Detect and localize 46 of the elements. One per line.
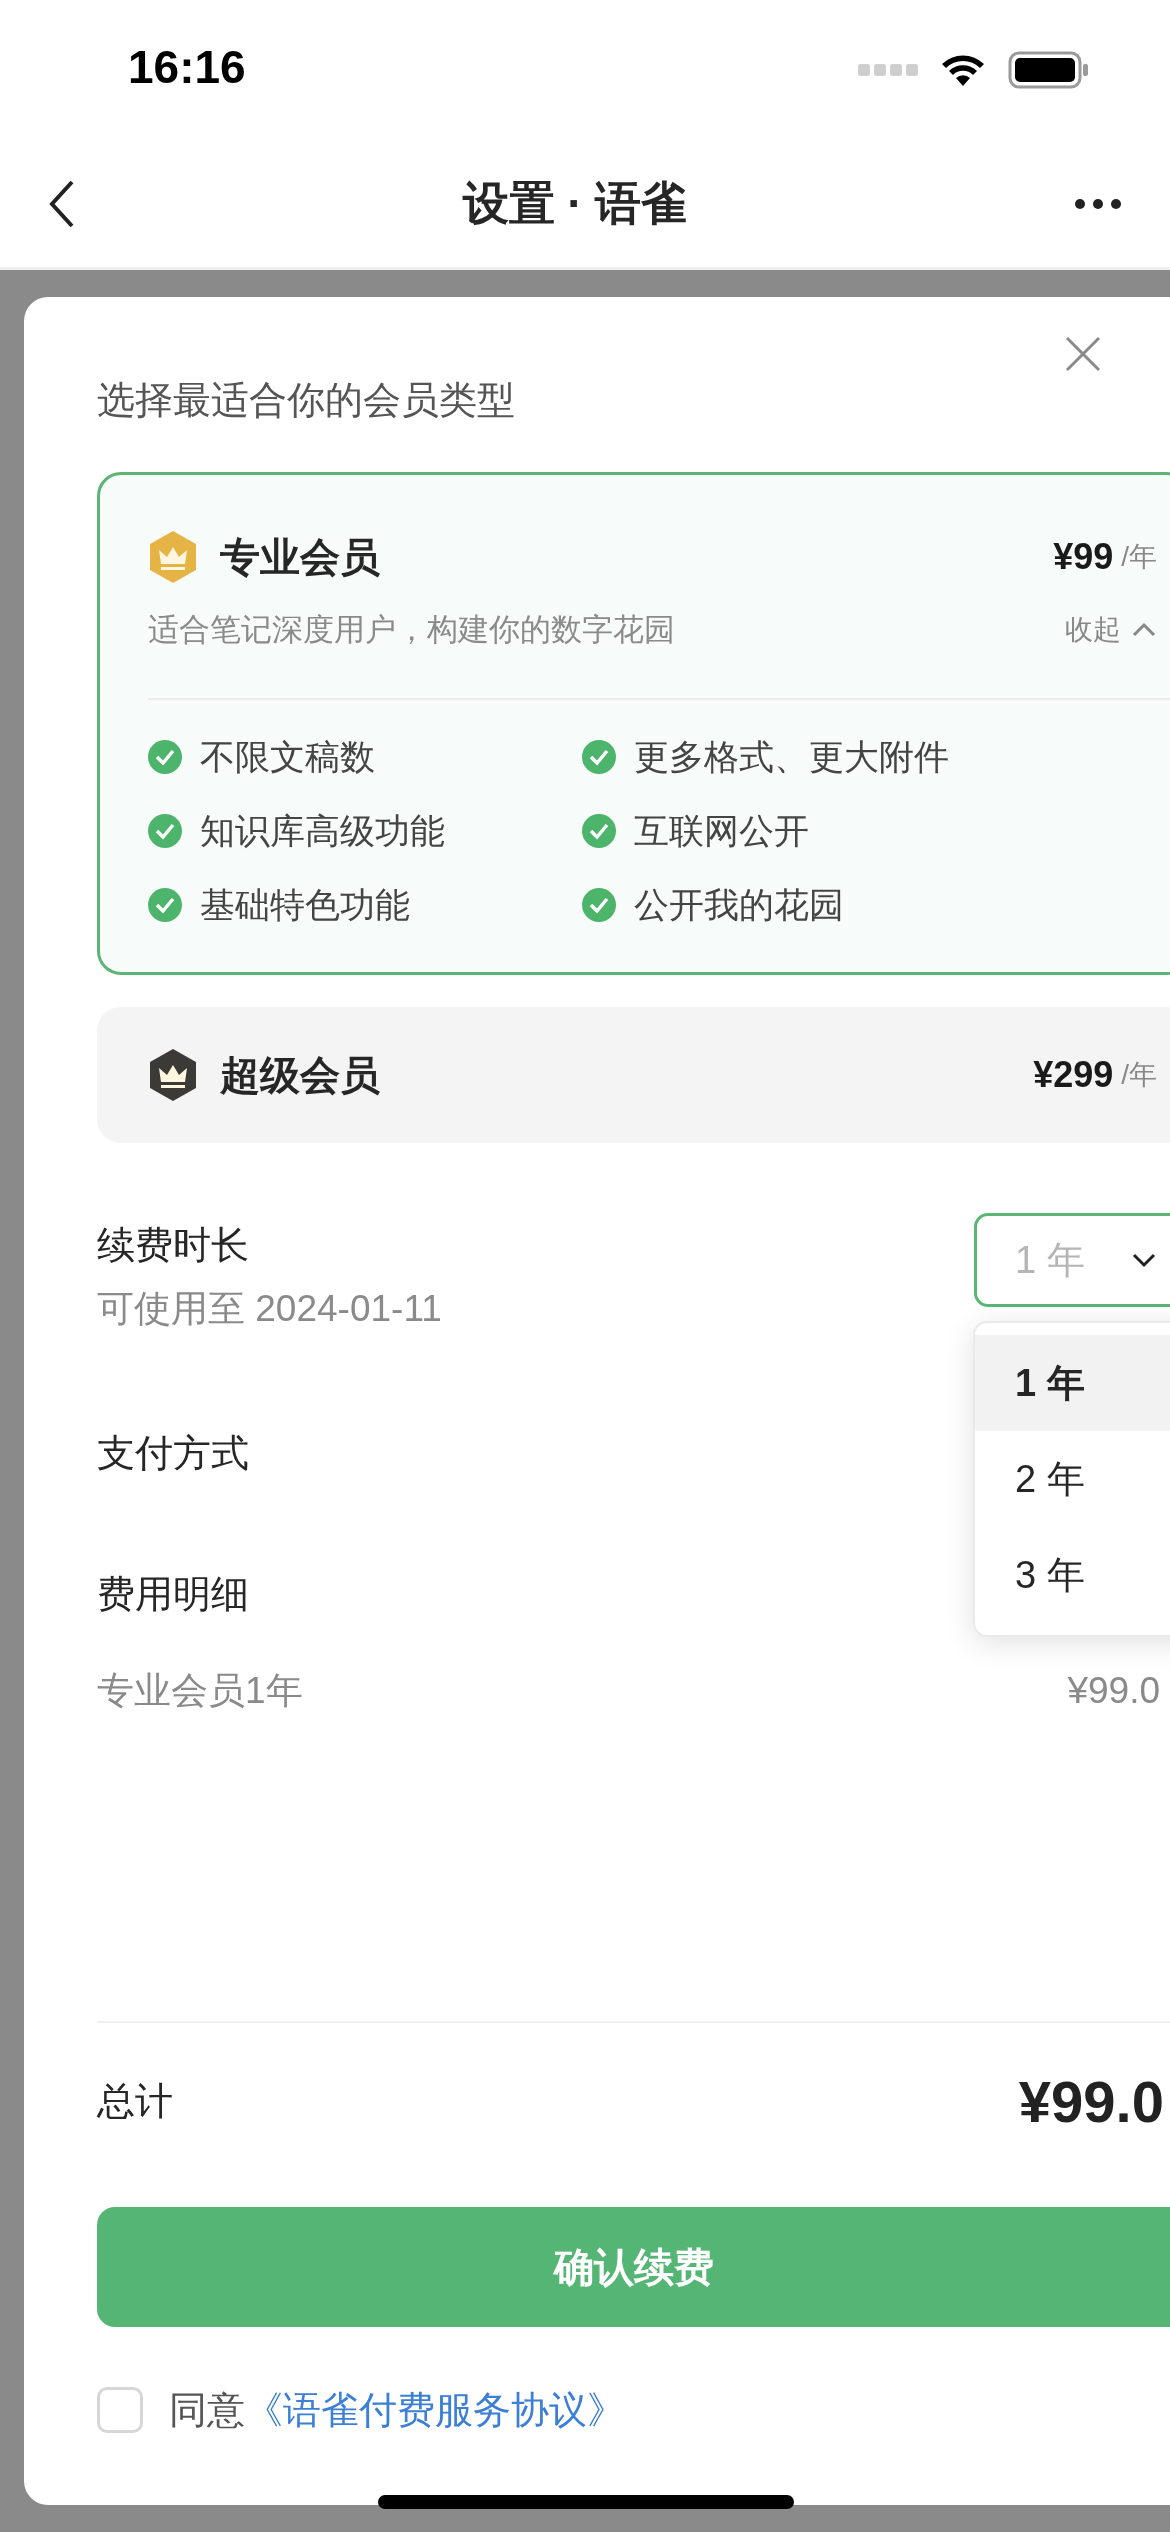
plan-price: ¥99 (1053, 536, 1114, 578)
plan-name: 专业会员 (220, 533, 381, 581)
check-icon (148, 888, 182, 922)
signal-icon (858, 62, 918, 78)
status-time: 16:16 (128, 40, 246, 94)
feature-label: 公开我的花园 (634, 883, 844, 926)
check-icon (148, 814, 182, 848)
expiry-note: 可使用至 2024-01-11 (97, 1287, 442, 1331)
menu-option[interactable]: 2 年 (975, 1431, 1170, 1527)
feature-label: 知识库高级功能 (200, 809, 445, 852)
price-unit: /年 (1121, 1058, 1157, 1092)
dialog-heading: 选择最适合你的会员类型 (97, 378, 516, 423)
section-label: 续费时长 (97, 1223, 249, 1267)
feature-label: 互联网公开 (634, 809, 809, 852)
menu-option[interactable]: 3 年 (975, 1527, 1170, 1623)
plan-card[interactable]: 超级会员 ¥299 /年 (97, 1007, 1170, 1143)
fee-item-name: 专业会员1年 (97, 1669, 303, 1713)
fee-item-amount: ¥99.0 (1067, 1669, 1160, 1713)
feature-label: 基础特色功能 (200, 883, 410, 926)
plan-card[interactable]: 专业会员 ¥99 /年 适合笔记深度用户，构建你的数字花园 收起 不限文稿数 更多格式、更大附件 知识库高级功能 互联网公开 基础特色功能 公开我的花园 (97, 472, 1170, 975)
agree-checkbox[interactable] (97, 2387, 143, 2433)
chevron-up-icon (1131, 622, 1157, 638)
check-icon (582, 814, 616, 848)
plan-description: 适合笔记深度用户，构建你的数字花园 (148, 611, 675, 649)
agreement-link[interactable]: 《语雀付费服务协议》 (245, 2384, 625, 2436)
back-icon[interactable] (48, 178, 76, 229)
total-label: 总计 (97, 2078, 173, 2124)
price-unit: /年 (1121, 540, 1157, 574)
page-title: 设置 · 语雀 (462, 175, 688, 231)
section-label: 支付方式 (97, 1431, 249, 1475)
check-icon (582, 740, 616, 774)
feature-label: 更多格式、更大附件 (634, 735, 949, 778)
feature-label: 不限文稿数 (200, 735, 375, 778)
plan-name: 超级会员 (220, 1051, 381, 1099)
total-amount: ¥99.0 (1018, 2067, 1164, 2135)
wifi-icon (940, 53, 986, 87)
check-icon (148, 740, 182, 774)
close-icon[interactable] (1064, 335, 1102, 373)
battery-icon (1008, 50, 1090, 90)
more-icon[interactable] (1074, 197, 1122, 210)
agree-label: 同意 (169, 2387, 245, 2433)
check-icon (582, 888, 616, 922)
section-label: 费用明细 (97, 1572, 249, 1616)
chevron-down-icon (1131, 1252, 1157, 1268)
menu-option[interactable]: 1 年 (975, 1335, 1170, 1431)
plan-price: ¥299 (1033, 1054, 1114, 1096)
